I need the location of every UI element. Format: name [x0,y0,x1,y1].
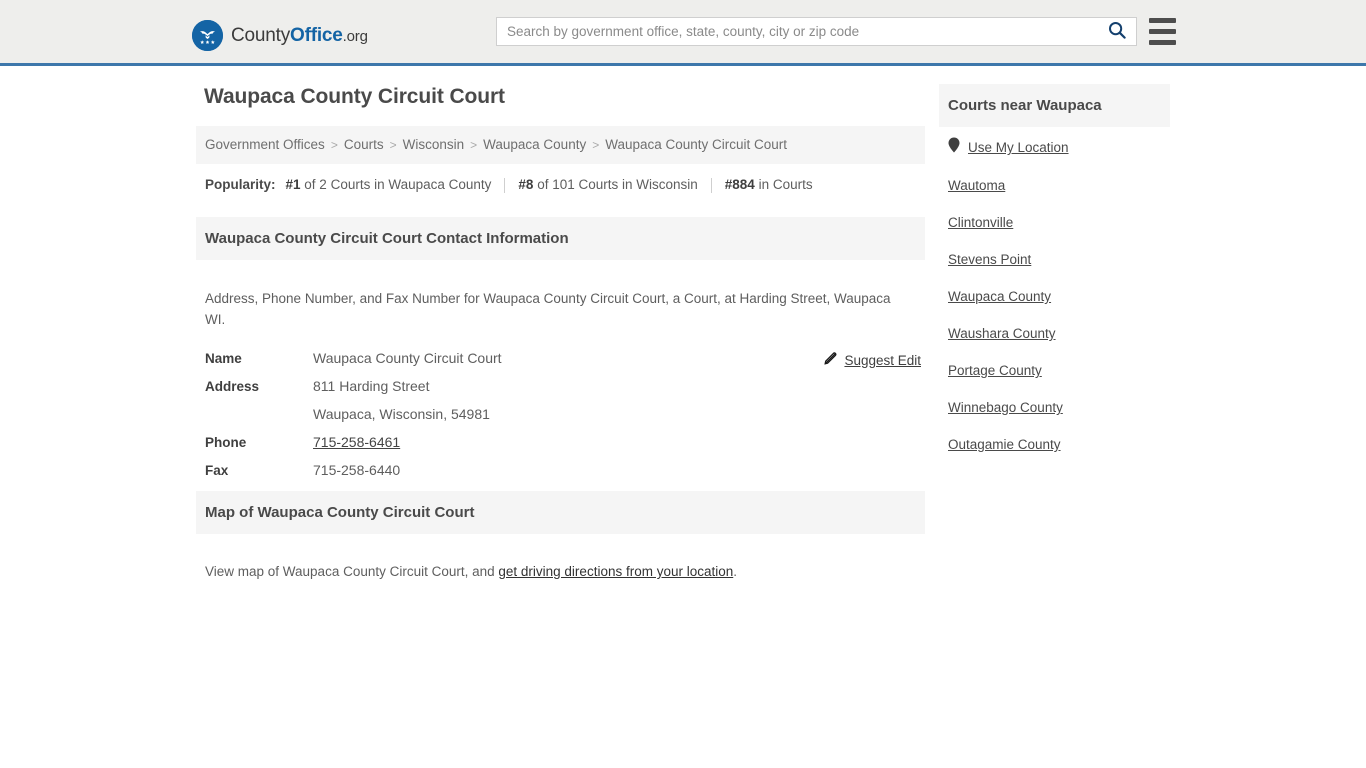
contact-label-address: Address [205,378,260,394]
map-section-description: View map of Waupaca County Circuit Court… [196,547,925,588]
sidebar-item-waushara-county: Waushara County [948,325,1170,343]
contact-label-phone: Phone [205,434,247,450]
contact-value-name: Waupaca County Circuit Court [313,349,502,366]
main-content-column: Waupaca County Circuit Court Government … [196,84,925,602]
sidebar-link-outagamie-county[interactable]: Outagamie County [948,437,1061,452]
contact-value-fax: 715-258-6440 [313,461,401,478]
contact-row-fax: Fax 715-258-6440 [205,462,925,478]
sidebar-item-waupaca-county: Waupaca County [948,288,1170,306]
use-my-location-row: Use My Location [948,137,1170,158]
brand-wordmark: CountyOffice.org [231,26,368,45]
sidebar-item-winnebago-county: Winnebago County [948,399,1170,417]
search-input[interactable] [497,18,1098,45]
contact-row-address: Address 811 Harding Street [205,378,925,394]
map-section-heading: Map of Waupaca County Circuit Court [196,490,925,534]
popularity-rest-national: in Courts [754,177,813,192]
phone-link[interactable]: 715-258-6461 [313,434,400,450]
popularity-rest-state: of 101 Courts in Wisconsin [533,177,698,192]
sidebar-item-use-my-location: Use My Location [948,137,1170,158]
site-logo-link[interactable]: CountyOffice.org [192,19,368,51]
sidebar-item-wautoma: Wautoma [948,177,1170,195]
sidebar-item-portage-county: Portage County [948,362,1170,380]
sidebar-item-stevens-point: Stevens Point [948,251,1170,269]
contact-label-fax: Fax [205,462,229,478]
sidebar-heading: Courts near Waupaca [939,84,1170,127]
search-bar [496,17,1137,46]
eagle-stars-seal-icon [192,19,223,51]
breadcrumb-separator: > [389,138,397,152]
search-icon [1108,21,1126,42]
contact-value-city-state-zip: Waupaca, Wisconsin, 54981 [313,405,490,422]
sidebar-link-waupaca-county[interactable]: Waupaca County [948,289,1051,304]
menu-bar-1 [1149,18,1176,23]
sidebar-item-clintonville: Clintonville [948,214,1170,232]
breadcrumb-item-government-offices[interactable]: Government Offices [205,137,325,152]
contact-row-phone: Phone 715-258-6461 [205,434,925,450]
sidebar-link-stevens-point[interactable]: Stevens Point [948,252,1031,267]
breadcrumb-separator: > [330,138,338,152]
popularity-label: Popularity: [205,177,276,192]
sidebar-link-wautoma[interactable]: Wautoma [948,178,1005,193]
popularity-rank-national: #884 [724,177,755,192]
page-title: Waupaca County Circuit Court [204,85,505,108]
hamburger-menu-icon[interactable] [1149,18,1176,45]
breadcrumb-separator: > [592,138,600,152]
contact-label-name: Name [205,350,242,366]
breadcrumb-item-current: Waupaca County Circuit Court [605,137,788,152]
contact-value-phone-wrap: 715-258-6461 [313,434,400,450]
use-my-location-link[interactable]: Use My Location [968,140,1069,155]
menu-bar-3 [1149,40,1176,45]
contact-details-table: Suggest Edit Name Waupaca County Circuit… [196,350,925,478]
map-pin-icon [948,137,960,158]
sidebar-item-outagamie-county: Outagamie County [948,436,1170,454]
contact-section-heading: Waupaca County Circuit Court Contact Inf… [196,217,925,260]
brand-text-county: County [231,24,291,46]
popularity-row: Popularity: #1 of 2 Courts in Waupaca Co… [196,164,925,204]
search-button[interactable] [1098,18,1136,45]
popularity-rest-county: of 2 Courts in Waupaca County [300,177,492,192]
edit-pencil-icon [823,351,838,371]
breadcrumb-item-wisconsin[interactable]: Wisconsin [403,137,465,152]
sidebar: Courts near Waupaca Use My Location Waut… [939,84,1170,454]
page-body: Waupaca County Circuit Court Government … [0,66,1366,579]
popularity-rank-county: #1 [285,177,301,192]
menu-bar-2 [1149,29,1176,34]
popularity-item-state: #8 of 101 Courts in Wisconsin [518,176,697,194]
driving-directions-link[interactable]: get driving directions from your locatio… [498,564,733,579]
sidebar-link-winnebago-county[interactable]: Winnebago County [948,400,1063,415]
popularity-rank-state: #8 [518,177,534,192]
suggest-edit-button[interactable]: Suggest Edit [823,351,921,371]
sidebar-link-waushara-county[interactable]: Waushara County [948,326,1056,341]
popularity-divider [710,177,712,193]
breadcrumb-item-waupaca-county[interactable]: Waupaca County [483,137,586,152]
sidebar-link-clintonville[interactable]: Clintonville [948,215,1013,230]
breadcrumb: Government Offices > Courts > Wisconsin > Waup… [196,126,925,164]
suggest-edit-label: Suggest Edit [844,353,921,368]
brand-text-org: .org [342,27,368,45]
breadcrumb-separator: > [470,138,478,152]
brand-text-office: Office [290,24,343,46]
site-header: CountyOffice.org [0,0,1366,66]
contact-row-name: Name Waupaca County Circuit Court [205,350,925,366]
popularity-divider [504,177,506,193]
popularity-item-national: #884 in Courts [725,176,813,194]
popularity-item-county: #1 of 2 Courts in Waupaca County [286,176,492,194]
sidebar-link-portage-county[interactable]: Portage County [948,363,1042,378]
contact-section-description: Address, Phone Number, and Fax Number fo… [205,290,891,327]
sidebar-list: Use My Location Wautoma Clintonville Ste… [939,127,1170,454]
breadcrumb-item-courts[interactable]: Courts [344,137,384,152]
contact-row-city-state-zip: Waupaca, Wisconsin, 54981 [205,406,925,422]
map-desc-text-before: View map of Waupaca County Circuit Court… [205,564,499,579]
contact-value-street: 811 Harding Street [313,377,430,394]
map-desc-text-after: . [733,564,738,579]
